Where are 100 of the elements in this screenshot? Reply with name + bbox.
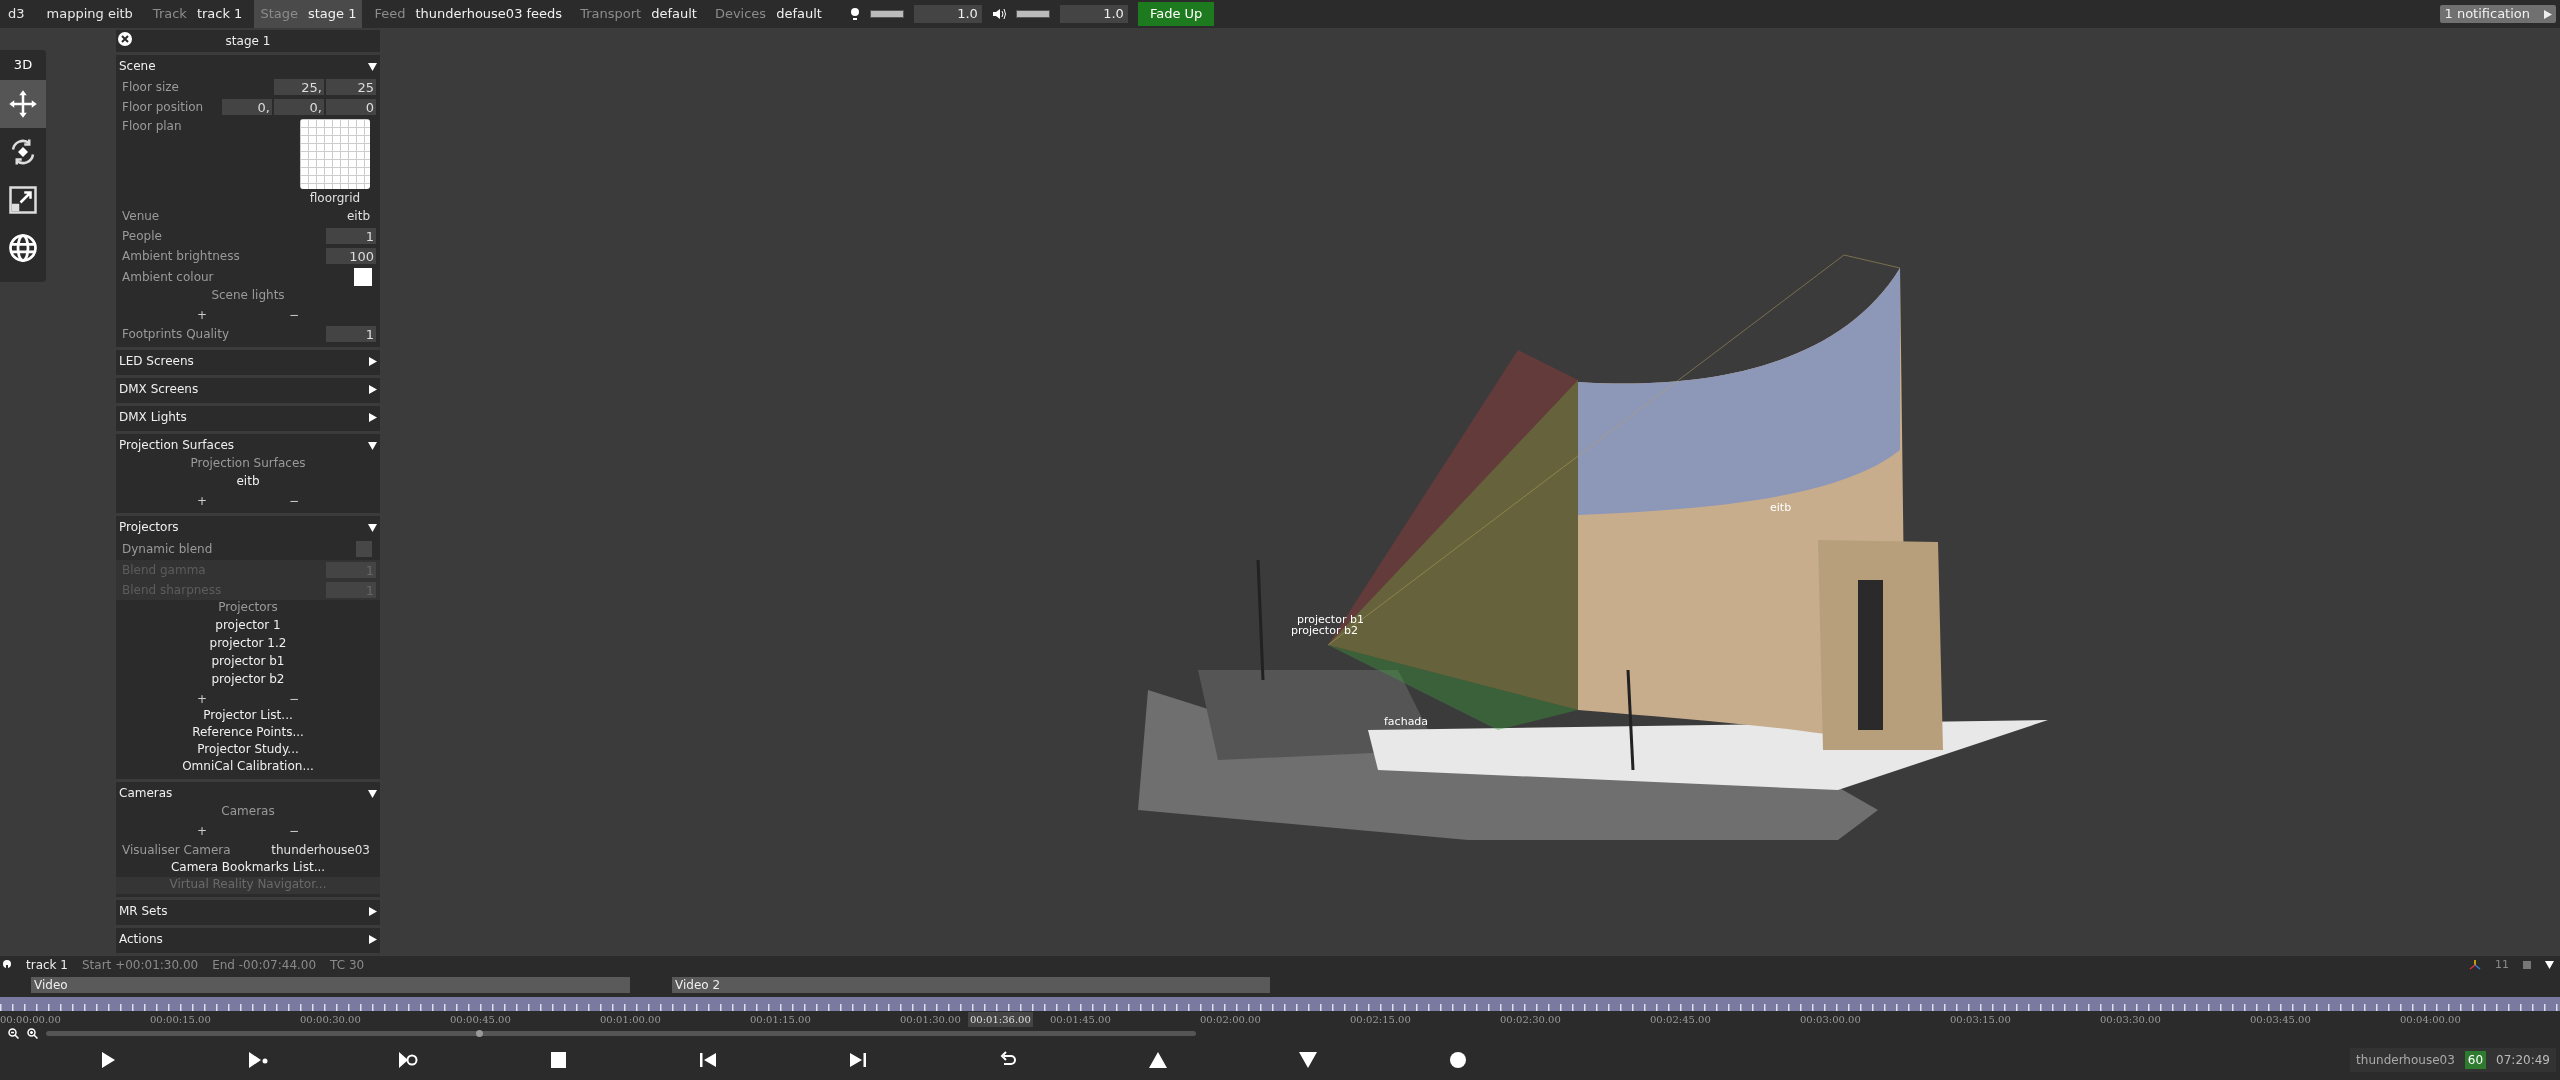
scene-label: fachada [1384, 716, 1429, 727]
timeline-ruler[interactable] [0, 997, 2560, 1011]
number-field[interactable]: 0 [326, 99, 376, 115]
time-tick-label: 00:01:00.00 [600, 1014, 661, 1025]
remove-button[interactable]: − [284, 306, 304, 324]
track-name: track 1 [26, 957, 68, 974]
list-item[interactable]: projector b2 [211, 672, 285, 690]
triangle-right-icon [368, 412, 377, 422]
number-field[interactable]: 1 [326, 326, 376, 342]
axes-icon [2469, 959, 2481, 971]
square-icon [2523, 961, 2531, 969]
list-item[interactable]: projector b1 [211, 654, 285, 672]
add-button[interactable]: + [192, 822, 212, 840]
brightness-field[interactable]: 1.0 [913, 5, 982, 23]
number-field[interactable]: 25, [274, 79, 324, 95]
triangle-down-icon [368, 440, 377, 450]
video-clip[interactable]: Video 2 [672, 977, 1270, 993]
scroll-thumb[interactable] [476, 1029, 483, 1037]
remove-button[interactable]: − [284, 492, 304, 510]
track-info: End -00:07:44.00 [212, 957, 317, 974]
zoom-in-icon[interactable] [27, 1027, 38, 1039]
time-tick-label: 00:01:45.00 [1050, 1014, 1111, 1025]
list-item[interactable]: projector 1.2 [209, 636, 287, 654]
panel-link[interactable]: Reference Points... [192, 725, 304, 742]
list-heading: Scene lights [211, 288, 285, 304]
time-tick-label: 00:02:00.00 [1200, 1014, 1261, 1025]
top-bar-tab[interactable]: Track track 1 [146, 0, 249, 28]
fps-badge: 60 [2464, 1051, 2487, 1069]
next-icon [848, 1051, 868, 1069]
section-header[interactable]: Projection Surfaces [116, 434, 380, 456]
top-bar-tab[interactable]: Feed thunderhouse03 feeds [368, 0, 569, 28]
field-value: thunderhouse03 [271, 842, 370, 858]
top-bar-tab[interactable]: Stage stage 1 [254, 0, 363, 28]
triangle-down-icon [368, 61, 377, 71]
list-item[interactable]: projector 1 [215, 618, 281, 636]
time-tick-label: 00:00:30.00 [300, 1014, 361, 1025]
volume-slider[interactable] [1015, 10, 1050, 18]
floor-grid-thumbnail[interactable] [300, 119, 370, 189]
section-header[interactable]: Cameras [116, 782, 380, 804]
play-arrow-icon [2544, 9, 2552, 19]
view-mode-label: 3D [13, 56, 33, 74]
caret-icon[interactable] [2545, 961, 2554, 969]
triangle-down-icon [1298, 1051, 1318, 1069]
brightness-slider[interactable] [869, 10, 904, 18]
panel-link[interactable]: Projector List... [203, 708, 293, 725]
field-label: Footprints Quality [122, 326, 229, 342]
top-bar-tab[interactable]: Devices default [708, 0, 828, 28]
add-button[interactable]: + [192, 492, 212, 510]
triangle-down-icon [368, 788, 377, 798]
triangle-right-icon [368, 934, 377, 944]
add-button[interactable]: + [192, 690, 212, 708]
field-label: Ambient colour [122, 269, 214, 285]
time-tick-label: 00:04:00.00 [2400, 1014, 2461, 1025]
notification-button[interactable]: 1 notification [2440, 5, 2556, 23]
checkbox[interactable] [356, 541, 372, 557]
add-button[interactable]: + [192, 306, 212, 324]
number-field[interactable]: 100 [326, 248, 376, 264]
triangle-right-icon [368, 906, 377, 916]
section-header[interactable]: Scene [116, 55, 380, 77]
zoom-out-icon[interactable] [8, 1027, 19, 1039]
field-value: eitb [346, 208, 370, 224]
close-icon[interactable] [118, 32, 132, 46]
remove-button[interactable]: − [284, 822, 304, 840]
colour-swatch[interactable] [354, 268, 372, 286]
tool-button[interactable] [0, 79, 46, 128]
remove-button[interactable]: − [284, 690, 304, 708]
stop-icon [548, 1051, 568, 1069]
time-tick-label: 00:00:15.00 [150, 1014, 211, 1025]
field-label: Ambient brightness [122, 248, 240, 264]
scene-label: projector b1 [1297, 614, 1364, 625]
panel-link[interactable]: Projector Study... [197, 742, 299, 759]
track-info: TC 30 [330, 957, 365, 974]
list-heading: Projection Surfaces [190, 456, 306, 472]
clock-time: 07:20:49 [2496, 1052, 2550, 1069]
number-field[interactable]: 25 [326, 79, 376, 95]
section-header[interactable]: Projectors [116, 516, 380, 538]
time-tick-label: 00:02:30.00 [1500, 1014, 1561, 1025]
volume-field[interactable]: 1.0 [1059, 5, 1128, 23]
triangle-down-icon [368, 522, 377, 532]
top-bar-tab[interactable]: Transport default [574, 0, 703, 28]
field-label: People [122, 228, 162, 244]
scene-label: eitb [1770, 502, 1792, 513]
number-field[interactable]: 0, [222, 99, 272, 115]
field-label: Floor plan [122, 119, 182, 135]
time-tick-label: 00:01:30.00 [900, 1014, 961, 1025]
time-tick-label: 00:03:15.00 [1950, 1014, 2011, 1025]
number-field[interactable]: 1 [326, 228, 376, 244]
record-icon [1448, 1051, 1468, 1069]
playhead-time: 00:01:36.00 [968, 1012, 1033, 1027]
fade-up-button[interactable]: Fade Up [1137, 2, 1215, 26]
globe-icon [8, 232, 38, 263]
panel-link[interactable]: OmniCal Calibration... [182, 759, 314, 776]
machine-name: thunderhouse03 [2356, 1052, 2455, 1069]
scene-label: projector b2 [1291, 625, 1358, 636]
field-label: Venue [122, 208, 160, 224]
panel-link[interactable]: Camera Bookmarks List... [170, 860, 326, 877]
video-clip[interactable]: Video [31, 977, 630, 993]
list-item[interactable]: eitb [236, 474, 260, 492]
timeline-scrollbar[interactable] [46, 1030, 1196, 1036]
number-field[interactable]: 0, [274, 99, 324, 115]
